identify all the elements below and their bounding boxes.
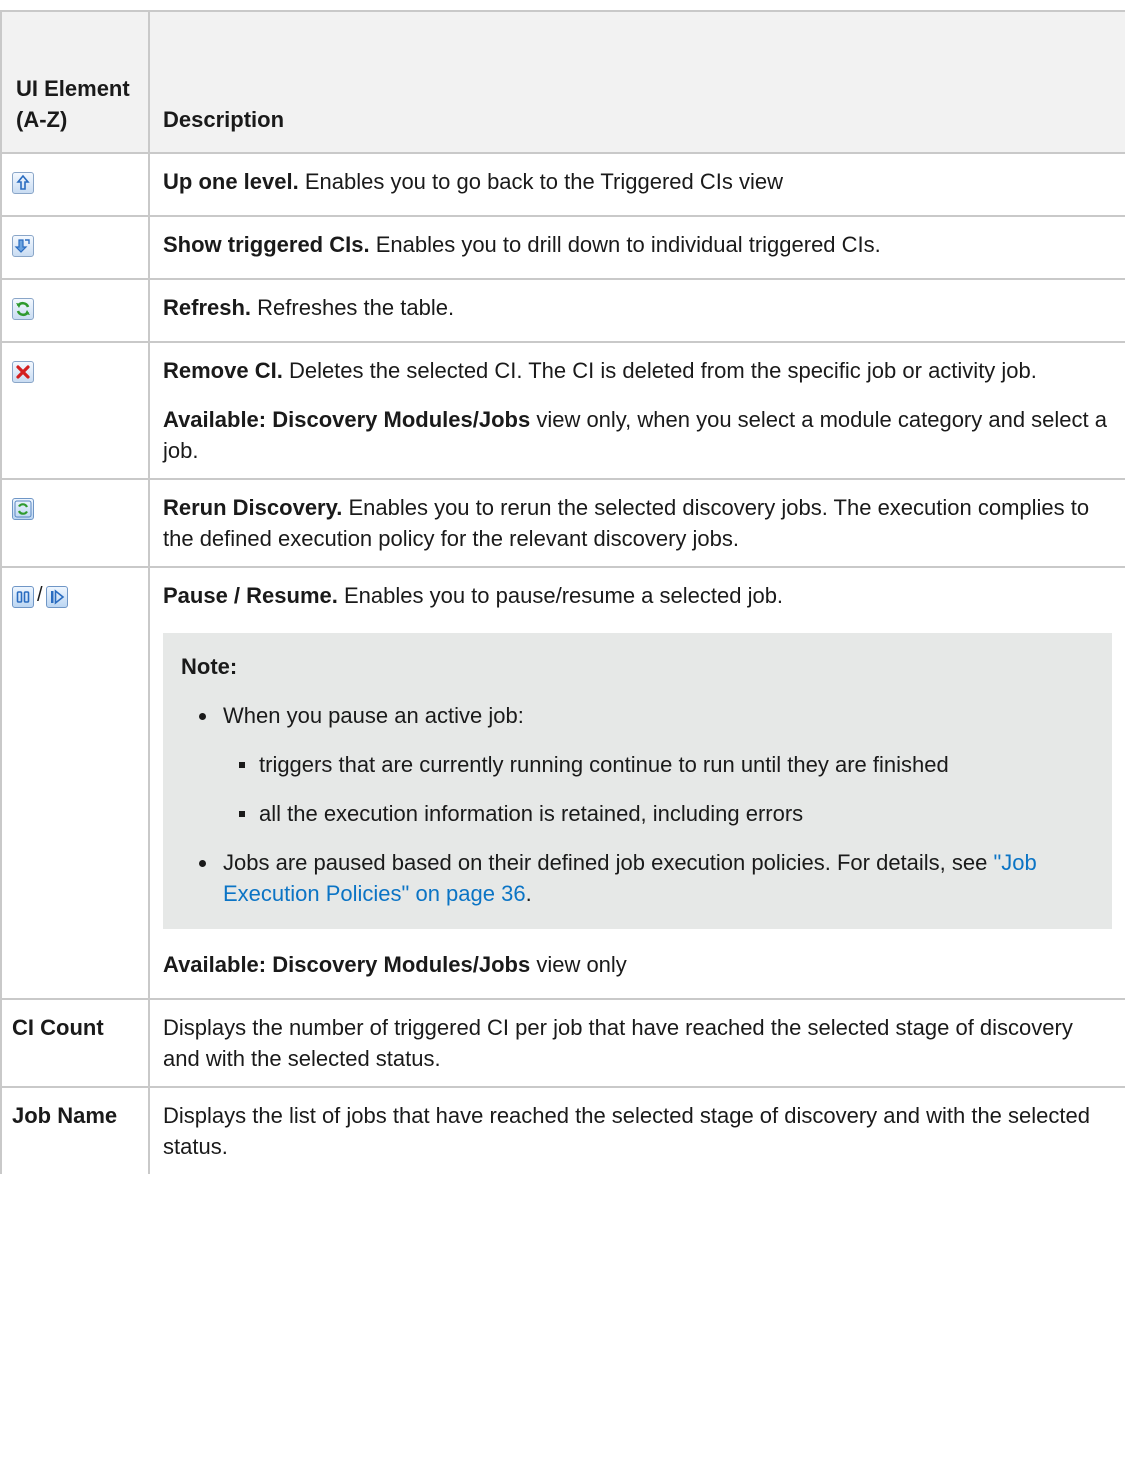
icon-separator: / <box>37 584 43 606</box>
list-item: Jobs are paused based on their defined j… <box>181 847 1094 909</box>
table-row: Refresh. Refreshes the table. <box>0 278 1125 343</box>
pause-icon <box>12 586 34 609</box>
row-title: Up one level. <box>163 169 299 194</box>
table-row: / Pause / Resume. Enables you to pause/r… <box>0 566 1125 1000</box>
row-description: Deletes the selected CI. The CI is delet… <box>282 358 1037 383</box>
table-row: Job Name Displays the list of jobs that … <box>0 1086 1125 1174</box>
note-box: Note: When you pause an active job: trig… <box>163 633 1112 929</box>
sub-list: triggers that are currently running cont… <box>223 749 1094 829</box>
row-description: Enables you to go back to the Triggered … <box>298 169 783 194</box>
rerun-discovery-icon <box>12 498 34 521</box>
list-item: triggers that are currently running cont… <box>223 749 1094 780</box>
note-list: When you pause an active job: triggers t… <box>181 700 1094 909</box>
table-header-row: UI Element (A-Z) Description <box>0 10 1125 154</box>
list-item: all the execution information is retaine… <box>223 798 1094 829</box>
bullet-text: When you pause an active job: <box>223 703 524 728</box>
row-description: Displays the number of triggered CI per … <box>148 998 1125 1088</box>
up-one-level-icon <box>12 172 34 195</box>
bullet-text: Jobs are paused based on their defined j… <box>223 850 994 875</box>
row-description: Enables you to pause/resume a selected j… <box>337 583 784 608</box>
row-title: Remove CI. <box>163 358 283 383</box>
header-ui-element: UI Element (A-Z) <box>0 10 150 154</box>
row-title: Pause / Resume. <box>163 583 338 608</box>
remove-ci-icon <box>12 361 34 384</box>
refresh-icon <box>12 298 34 321</box>
show-triggered-cis-icon <box>12 235 34 258</box>
row-description: Refreshes the table. <box>251 295 455 320</box>
table-row: Up one level. Enables you to go back to … <box>0 152 1125 217</box>
table-row: Remove CI. Deletes the selected CI. The … <box>0 341 1125 480</box>
element-name: CI Count <box>0 998 150 1088</box>
table-row: CI Count Displays the number of triggere… <box>0 998 1125 1088</box>
row-title: Show triggered CIs. <box>163 232 370 257</box>
availability-text: view only <box>530 952 627 977</box>
row-description: Displays the list of jobs that have reac… <box>148 1086 1125 1174</box>
list-item: When you pause an active job: triggers t… <box>181 700 1094 829</box>
element-name: Job Name <box>0 1086 150 1174</box>
ui-elements-table: UI Element (A-Z) Description Up one leve… <box>0 10 1125 1174</box>
row-description: Enables you to drill down to individual … <box>369 232 881 257</box>
row-title: Refresh. <box>163 295 252 320</box>
availability-label: Available: Discovery Modules/Jobs <box>163 952 531 977</box>
header-description: Description <box>148 10 1125 154</box>
bullet-text-end: . <box>525 881 532 906</box>
note-title: Note: <box>181 654 238 679</box>
table-row: Rerun Discovery. Enables you to rerun th… <box>0 478 1125 568</box>
availability-label: Available: Discovery Modules/Jobs <box>163 407 531 432</box>
row-title: Rerun Discovery. <box>163 495 343 520</box>
table-row: Show triggered CIs. Enables you to drill… <box>0 215 1125 280</box>
resume-icon <box>45 586 68 609</box>
